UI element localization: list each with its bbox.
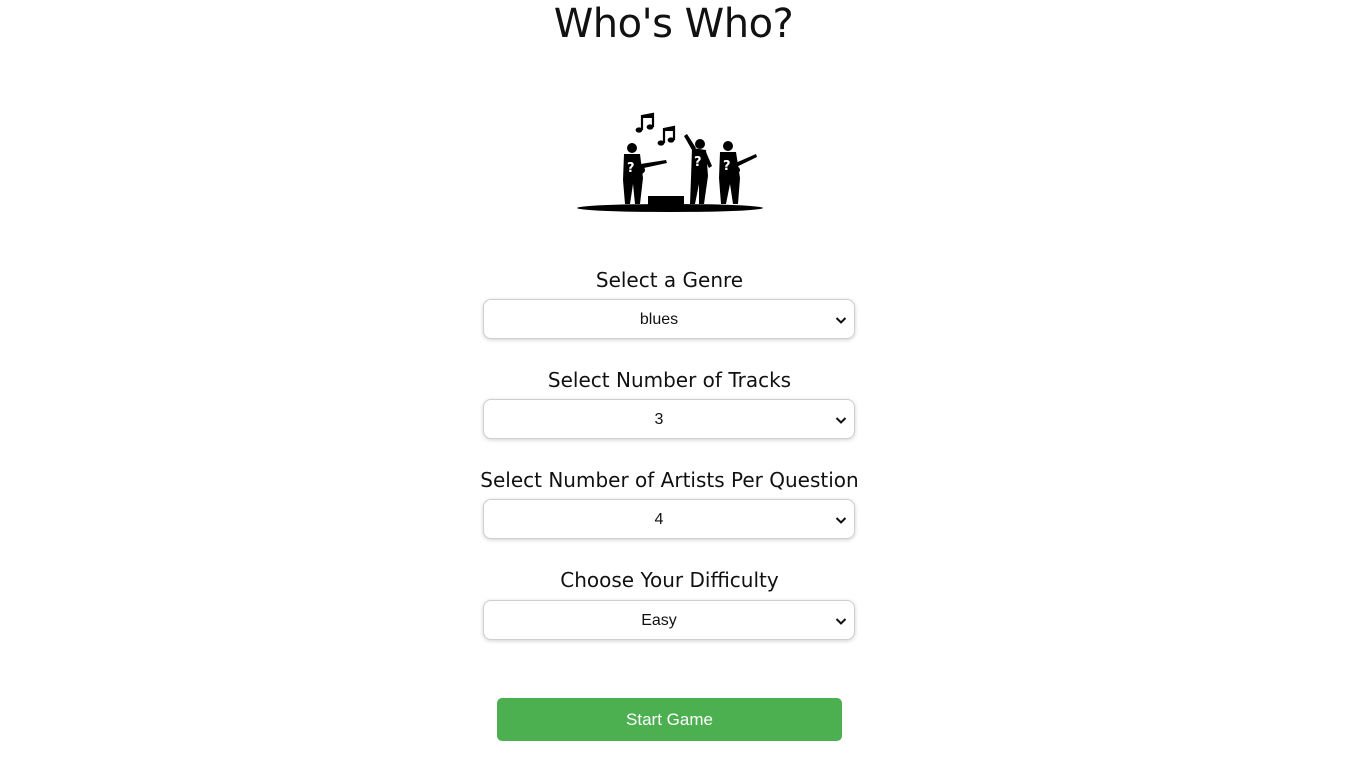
difficulty-label: Choose Your Difficulty <box>560 568 779 592</box>
genre-select[interactable]: blues <box>483 299 855 339</box>
page-title: Who's Who? <box>553 1 794 47</box>
artists-label: Select Number of Artists Per Question <box>480 468 859 492</box>
band-silhouette-icon: ? ? ? <box>577 112 763 212</box>
tracks-select-value: 3 <box>654 411 664 428</box>
difficulty-select[interactable]: Easy <box>483 600 855 640</box>
tracks-select[interactable]: 3 <box>483 399 855 439</box>
chevron-down-icon <box>835 618 847 625</box>
tracks-label: Select Number of Tracks <box>547 368 792 392</box>
chevron-down-icon <box>835 417 847 424</box>
genre-label: Select a Genre <box>595 268 744 292</box>
start-game-button[interactable]: Start Game <box>497 698 842 741</box>
chevron-down-icon <box>835 517 847 524</box>
artists-select-value: 4 <box>654 511 664 528</box>
genre-select-value: blues <box>639 311 679 328</box>
svg-text:?: ? <box>627 161 635 176</box>
artists-select[interactable]: 4 <box>483 499 855 539</box>
svg-text:?: ? <box>694 155 702 170</box>
svg-text:?: ? <box>723 159 731 174</box>
chevron-down-icon <box>835 317 847 324</box>
difficulty-select-value: Easy <box>641 612 677 629</box>
